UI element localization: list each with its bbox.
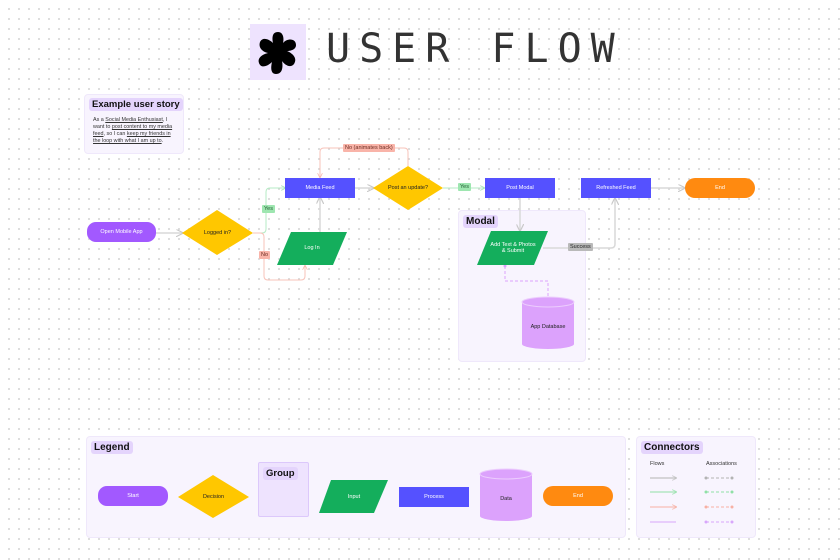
connectors-label: Connectors xyxy=(641,441,703,454)
legend-process: Process xyxy=(399,487,469,507)
legend-decision-label: Decision xyxy=(202,494,225,500)
logged-in-label: Logged in? xyxy=(203,230,232,236)
legend-input-label: Input xyxy=(347,494,361,500)
yes-tag: Yes xyxy=(262,205,275,213)
legend-start: Start xyxy=(98,486,168,506)
flows-header: Flows xyxy=(650,461,665,467)
associations-header: Associations xyxy=(706,461,737,467)
association-add-text-to-database[interactable] xyxy=(504,266,549,298)
no-animates-back-tag: No (animates back) xyxy=(343,144,395,152)
connector-no-animates-back[interactable] xyxy=(320,147,409,177)
legend-group-label: Group xyxy=(263,467,298,480)
no-tag: No xyxy=(259,251,271,259)
connector-legend-associations xyxy=(704,476,734,524)
legend-label: Legend xyxy=(91,441,133,454)
legend-data-label: Data xyxy=(500,496,512,502)
connector-layer xyxy=(155,147,734,524)
legend-group: Group xyxy=(258,462,309,517)
connector-success-to-refreshed-feed[interactable] xyxy=(543,199,615,249)
post-modal-node[interactable]: Post Modal xyxy=(485,178,555,198)
legend-end: End xyxy=(543,486,613,506)
end-node[interactable]: End xyxy=(685,178,755,198)
refreshed-feed-node[interactable]: Refreshed Feed xyxy=(581,178,651,198)
open-mobile-app-node[interactable]: Open Mobile App xyxy=(87,222,156,242)
media-feed-node[interactable]: Media Feed xyxy=(285,178,355,198)
yes-post-tag: Yes xyxy=(458,183,471,191)
post-update-label: Post an update? xyxy=(387,185,429,191)
app-database-label: App Database xyxy=(530,324,566,330)
add-text-label: Add Text & Photos & Submit xyxy=(490,241,536,255)
login-label: Log In xyxy=(304,245,320,251)
connector-legend-flows xyxy=(650,478,676,523)
success-tag: Success xyxy=(568,243,593,251)
